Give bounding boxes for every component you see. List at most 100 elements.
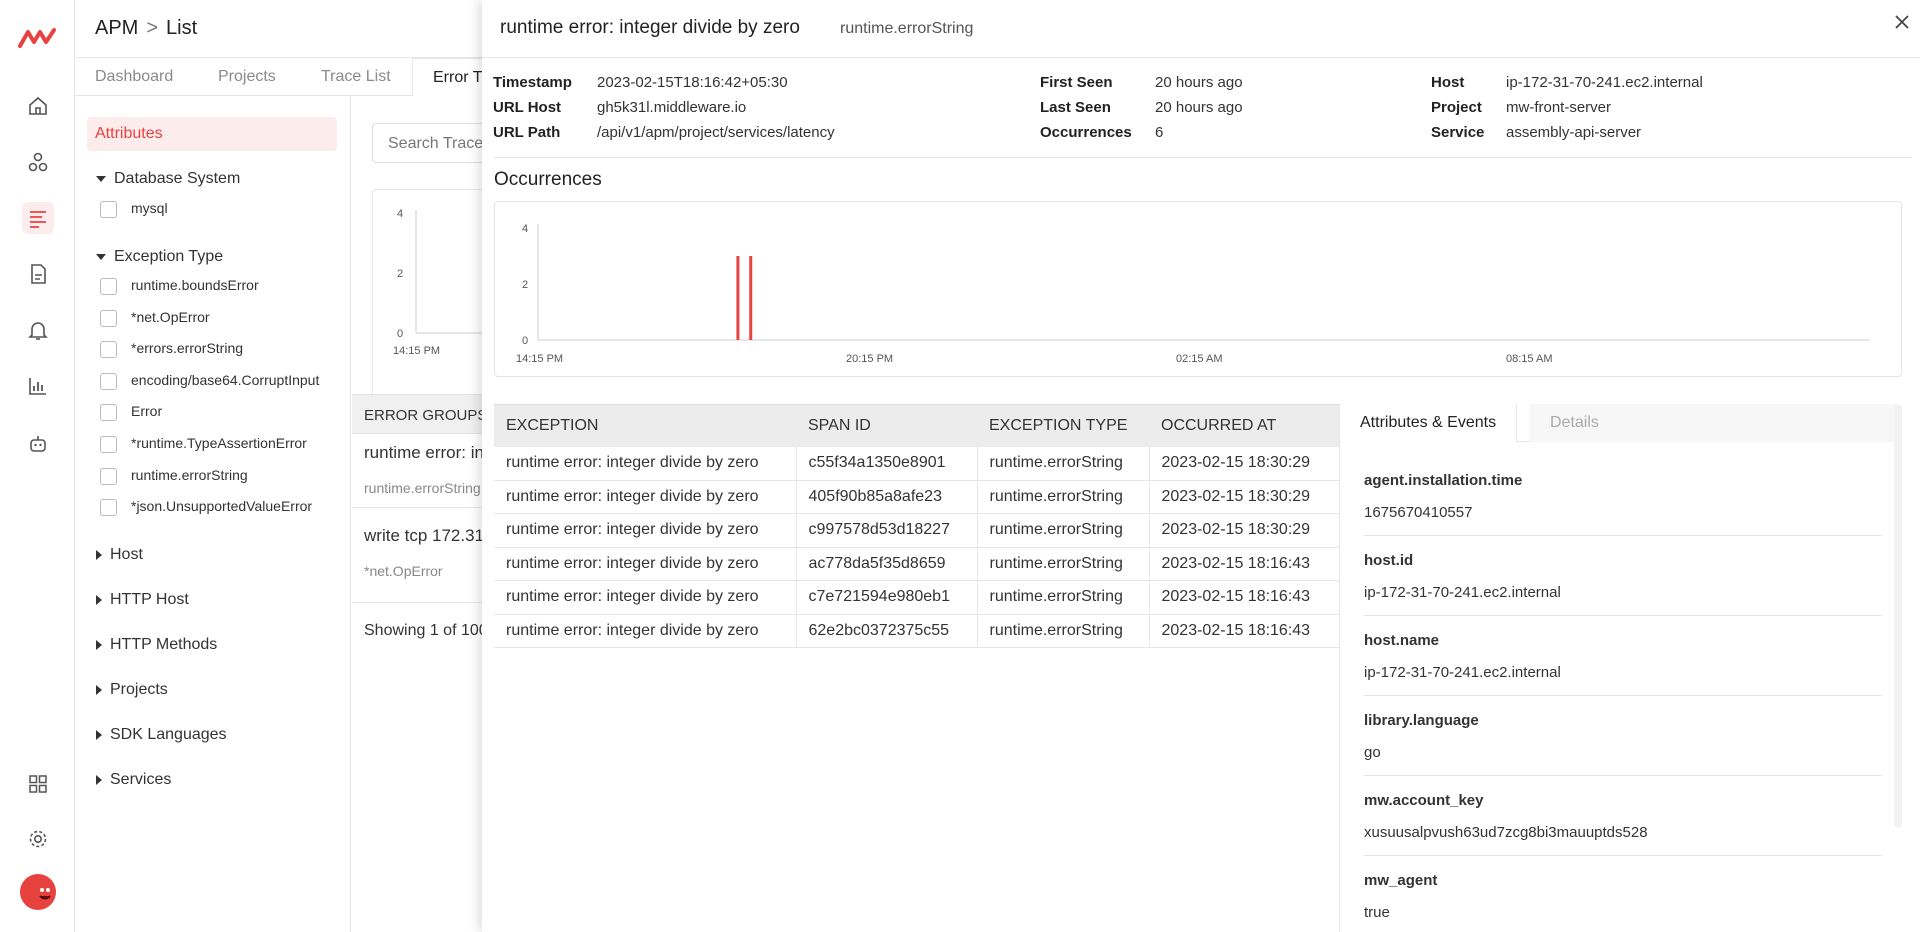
caret-right-icon: [96, 684, 102, 695]
dashboard-chart-icon[interactable]: [22, 370, 54, 402]
checkbox[interactable]: [100, 435, 117, 453]
error-group-title[interactable]: runtime error: in: [364, 443, 484, 463]
error-group-title[interactable]: write tcp 172.31: [364, 526, 484, 546]
checkbox[interactable]: [100, 467, 117, 485]
filter-option[interactable]: runtime.boundsError: [100, 277, 336, 295]
attribute-item: mw.account_key xusuusalpvush63ud7zcg8bi3m…: [1364, 776, 1882, 856]
checkbox[interactable]: [100, 498, 117, 516]
attribute-item: agent.installation.time 1675670410557: [1364, 456, 1882, 536]
search-input[interactable]: Search Traces: [372, 123, 492, 163]
filter-group-sdk-languages[interactable]: SDK Languages: [96, 726, 227, 744]
error-detail-drawer: runtime error: integer divide by zero ru…: [482, 0, 1920, 932]
home-icon[interactable]: [22, 90, 54, 122]
cell-span-id: c55f34a1350e8901: [795, 446, 977, 481]
table-row[interactable]: runtime error: integer divide by zero c55…: [494, 446, 1339, 481]
checkbox[interactable]: [100, 340, 117, 358]
alerts-icon[interactable]: [22, 314, 54, 346]
y-tick-label: 4: [397, 208, 403, 220]
attribute-key: host.id: [1364, 552, 1414, 569]
column-header-exception-type[interactable]: EXCEPTION TYPE: [977, 404, 1149, 447]
meta-service: Service assembly-api-server: [1431, 124, 1642, 141]
occurrence-bar: [736, 256, 740, 340]
tab-projects[interactable]: Projects: [218, 68, 276, 86]
filter-group-exception-type[interactable]: Exception Type: [96, 248, 223, 266]
filter-group-database-system[interactable]: Database System: [96, 170, 240, 188]
column-header-exception[interactable]: EXCEPTION: [494, 404, 796, 447]
occurrences-title: Occurrences: [494, 169, 602, 190]
x-tick-label: 14:15 PM: [393, 345, 440, 357]
filter-option[interactable]: Error: [100, 403, 336, 421]
attribute-key: mw_agent: [1364, 872, 1438, 889]
drawer-subtitle: runtime.errorString: [840, 20, 974, 37]
attribute-item: library.language go: [1364, 696, 1882, 776]
divider: [494, 157, 1912, 158]
apm-list-icon[interactable]: [22, 202, 54, 234]
tab-details[interactable]: Details: [1530, 404, 1898, 442]
table-header-row: EXCEPTION SPAN ID EXCEPTION TYPE OCCURRE…: [494, 404, 1339, 447]
attribute-value: go: [1364, 744, 1381, 761]
grid-icon[interactable]: [22, 768, 54, 800]
filter-group-http-host[interactable]: HTTP Host: [96, 591, 189, 609]
filter-option[interactable]: encoding/base64.CorruptInput: [100, 372, 336, 390]
checkbox[interactable]: [100, 403, 117, 421]
cell-span-id: c997578d53d18227: [795, 513, 977, 548]
logs-icon[interactable]: [22, 258, 54, 290]
tab-dashboard[interactable]: Dashboard: [95, 68, 173, 86]
filter-option[interactable]: runtime.errorString: [100, 467, 336, 485]
attribute-value: ip-172-31-70-241.ec2.internal: [1364, 584, 1561, 601]
column-header-span-id[interactable]: SPAN ID: [796, 404, 977, 447]
attribute-item: host.id ip-172-31-70-241.ec2.internal: [1364, 536, 1882, 616]
meta-project: Project mw-front-server: [1431, 99, 1612, 116]
filter-option[interactable]: *json.UnsupportedValueError: [100, 498, 336, 516]
breadcrumb: APM > List: [95, 17, 197, 40]
filter-option[interactable]: *net.OpError: [100, 309, 336, 327]
meta-first-seen: First Seen 20 hours ago: [1040, 74, 1243, 91]
error-groups-header: ERROR GROUPS: [352, 394, 482, 434]
checkbox[interactable]: [100, 309, 117, 327]
close-icon[interactable]: [1892, 12, 1912, 32]
infrastructure-icon[interactable]: [22, 146, 54, 178]
tab-attributes-events[interactable]: Attributes & Events: [1340, 404, 1518, 442]
x-tick-label: 14:15 PM: [516, 353, 563, 365]
table-row[interactable]: runtime error: integer divide by zero ac7…: [494, 547, 1339, 581]
filters-panel: Attributes Database System mysql Excepti…: [75, 96, 351, 932]
attributes-header: Attributes: [87, 117, 337, 151]
tab-trace-list[interactable]: Trace List: [321, 68, 391, 86]
settings-icon[interactable]: [22, 823, 54, 855]
cell-exception: runtime error: integer divide by zero: [494, 547, 796, 581]
caret-right-icon: [96, 639, 102, 650]
caret-right-icon: [96, 774, 102, 785]
meta-host: Host ip-172-31-70-241.ec2.internal: [1431, 74, 1703, 91]
filter-group-host[interactable]: Host: [96, 546, 143, 564]
filter-option[interactable]: *errors.errorString: [100, 340, 336, 358]
cell-occurred-at: 2023-02-15 18:16:43: [1148, 580, 1339, 615]
filter-group-projects[interactable]: Projects: [96, 681, 168, 699]
breadcrumb-current: List: [166, 17, 198, 39]
filter-option[interactable]: mysql: [100, 200, 336, 218]
cell-occurred-at: 2023-02-15 18:16:43: [1148, 547, 1339, 581]
table-row[interactable]: runtime error: integer divide by zero c99…: [494, 513, 1339, 548]
error-groups-chart: 4 2 0 14:15 PM: [372, 189, 493, 399]
cell-exception: runtime error: integer divide by zero: [494, 446, 796, 481]
checkbox[interactable]: [100, 277, 117, 295]
filter-option[interactable]: *runtime.TypeAssertionError: [100, 435, 336, 453]
avatar[interactable]: [20, 874, 56, 910]
filter-group-services[interactable]: Services: [96, 771, 171, 789]
cell-span-id: ac778da5f35d8659: [795, 547, 977, 581]
middleware-logo[interactable]: [18, 26, 56, 50]
column-header-occurred-at[interactable]: OCCURRED AT: [1149, 404, 1339, 447]
breadcrumb-root[interactable]: APM: [95, 17, 138, 39]
table-row[interactable]: runtime error: integer divide by zero c7e…: [494, 580, 1339, 615]
synthetics-bot-icon[interactable]: [22, 428, 54, 460]
checkbox[interactable]: [100, 200, 117, 218]
filter-group-http-methods[interactable]: HTTP Methods: [96, 636, 217, 654]
cell-occurred-at: 2023-02-15 18:16:43: [1148, 614, 1339, 648]
scrollbar[interactable]: [1894, 404, 1902, 828]
attribute-key: agent.installation.time: [1364, 472, 1523, 489]
table-row[interactable]: runtime error: integer divide by zero 62e…: [494, 614, 1339, 648]
table-row[interactable]: runtime error: integer divide by zero 405…: [494, 480, 1339, 514]
attribute-item: host.name ip-172-31-70-241.ec2.internal: [1364, 616, 1882, 696]
nav-rail: [0, 0, 75, 932]
checkbox[interactable]: [100, 372, 117, 390]
cell-exception: runtime error: integer divide by zero: [494, 480, 796, 514]
